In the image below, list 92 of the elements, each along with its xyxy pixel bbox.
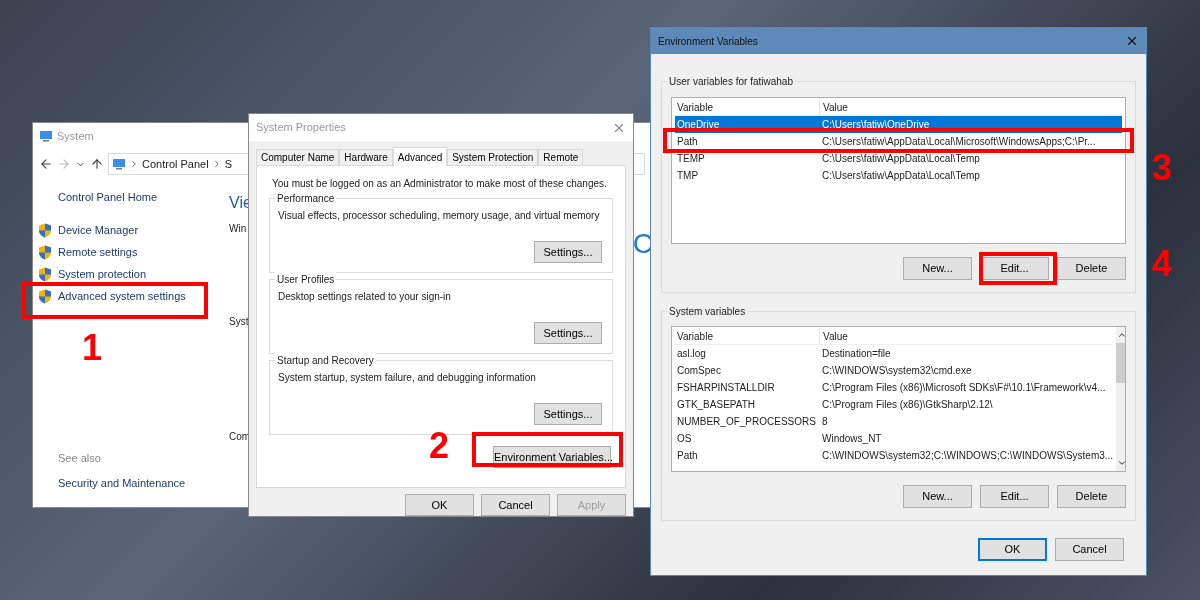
variable-row[interactable]: FSHARPINSTALLDIR C:\Program Files (x86)\Microsoft SDKs\F#\10.1\Framework\v4... xyxy=(675,379,1114,396)
sidebar-link[interactable]: Remote settings xyxy=(58,244,138,261)
variable-name: Path xyxy=(676,449,699,463)
variable-value: C:\Users\fatiw\AppData\Local\Temp xyxy=(821,152,981,166)
group-title: System variables xyxy=(667,304,748,319)
variable-row[interactable]: TEMP C:\Users\fatiw\AppData\Local\Temp xyxy=(675,150,1122,167)
scrollbar-thumb[interactable] xyxy=(1116,343,1125,383)
variable-name: TEMP xyxy=(676,152,706,166)
section-heading: Win xyxy=(229,222,248,236)
group-title: Startup and Recovery xyxy=(275,353,376,369)
variable-value: 8 xyxy=(821,415,829,429)
sidebar-link[interactable]: System protection xyxy=(58,266,147,283)
scrollbar[interactable] xyxy=(1116,327,1125,471)
scroll-down-icon[interactable] xyxy=(1117,458,1125,468)
variable-value: C:\Program Files (x86)\Microsoft SDKs\F#\10.1\Framework\v4... xyxy=(821,381,1107,395)
variable-name: OS xyxy=(676,432,693,446)
column-header[interactable]: Variable xyxy=(675,328,819,344)
variable-value: C:\Users\fatiw\OneDrive xyxy=(821,118,931,132)
dialog-button[interactable]: OK xyxy=(405,494,474,516)
column-header[interactable]: Value xyxy=(819,328,1114,344)
variable-row[interactable]: Path C:\WINDOWS\system32;C:\WINDOWS;C:\WINDOWS\System3... xyxy=(675,447,1114,464)
group-description: Visual effects, processor scheduling, memory usage, and virtual memory xyxy=(278,209,601,224)
variable-value: C:\Users\fatiw\AppData\Local\Temp xyxy=(821,169,981,183)
close-icon[interactable] xyxy=(1125,34,1139,48)
variable-row[interactable]: Path C:\Users\fatiw\AppData\Local\Microsoft\WindowsApps;C:\Pr... xyxy=(675,133,1122,150)
sidebar-link[interactable]: Device Manager xyxy=(58,222,139,239)
step-number: 1 xyxy=(82,330,103,366)
settings-button[interactable]: Settings... xyxy=(534,322,602,345)
variable-name: NUMBER_OF_PROCESSORS xyxy=(676,415,817,429)
column-header[interactable]: Variable xyxy=(675,99,819,115)
shield-icon xyxy=(38,289,52,304)
variable-value: Windows_NT xyxy=(821,432,883,446)
variable-name: Path xyxy=(676,135,699,149)
scroll-up-icon[interactable] xyxy=(1117,330,1125,340)
chevron-right-icon xyxy=(129,159,139,169)
list-button[interactable]: Delete xyxy=(1057,485,1126,508)
variable-name: FSHARPINSTALLDIR xyxy=(676,381,776,395)
dialog-title: Environment Variables xyxy=(658,34,758,49)
list-button[interactable]: New... xyxy=(903,485,972,508)
tab[interactable]: Remote xyxy=(538,149,584,166)
up-arrow-icon[interactable] xyxy=(90,157,104,171)
step-number: 4 xyxy=(1152,246,1173,282)
variable-value: C:\WINDOWS\system32;C:\WINDOWS;C:\WINDOWS\System3... xyxy=(821,449,1114,463)
list-button[interactable]: Delete xyxy=(1057,257,1126,280)
variable-row[interactable]: asl.log Destination=file xyxy=(675,345,1114,362)
notice-text: You must be logged on as an Administrator to make most of these changes. xyxy=(272,177,608,192)
group-description: Desktop settings related to your sign-in xyxy=(278,290,452,305)
sidebar-link[interactable]: Security and Maintenance xyxy=(58,474,229,491)
list-button[interactable]: New... xyxy=(903,257,972,280)
dialog-title: System Properties xyxy=(256,120,346,136)
step-number: 3 xyxy=(1152,150,1173,186)
settings-button[interactable]: Settings... xyxy=(534,403,602,426)
section-heading: Syst xyxy=(229,315,250,329)
variable-name: GTK_BASEPATH xyxy=(676,398,756,412)
breadcrumb-item[interactable]: Control Panel xyxy=(142,155,209,173)
section-heading: Com xyxy=(229,430,252,444)
variable-name: asl.log xyxy=(676,347,707,361)
dialog-button[interactable]: Cancel xyxy=(1055,538,1124,561)
variable-name: OneDrive xyxy=(676,118,721,132)
tab[interactable]: System Protection xyxy=(447,149,539,166)
sidebar-link[interactable]: Advanced system settings xyxy=(58,288,186,305)
shield-icon xyxy=(38,223,52,238)
group-description: System startup, system failure, and debugging information xyxy=(278,371,537,386)
variable-value: C:\Program Files (x86)\GtkSharp\2.12\ xyxy=(821,398,994,412)
shield-icon xyxy=(38,267,52,282)
step-number: 2 xyxy=(429,428,450,464)
settings-button[interactable]: Settings... xyxy=(534,241,602,264)
variable-name: TMP xyxy=(676,169,700,183)
variable-row[interactable]: NUMBER_OF_PROCESSORS 8 xyxy=(675,413,1114,430)
computer-icon xyxy=(39,130,53,142)
variable-row[interactable]: ComSpec C:\WINDOWS\system32\cmd.exe xyxy=(675,362,1114,379)
section-label: See also xyxy=(58,451,102,466)
window-title: System xyxy=(57,128,94,144)
variable-name: ComSpec xyxy=(676,364,722,378)
variable-row[interactable]: OS Windows_NT xyxy=(675,430,1114,447)
tab[interactable]: Computer Name xyxy=(256,149,340,166)
sidebar-link[interactable]: Control Panel Home xyxy=(58,189,229,206)
tab[interactable]: Hardware xyxy=(339,149,393,166)
tab[interactable]: Advanced xyxy=(392,147,448,167)
variable-row[interactable]: TMP C:\Users\fatiw\AppData\Local\Temp xyxy=(675,167,1122,184)
variable-value: C:\Users\fatiw\AppData\Local\Microsoft\WindowsApps;C:\Pr... xyxy=(821,135,1097,149)
breadcrumb-item[interactable]: S xyxy=(224,155,232,173)
dialog-button[interactable]: Cancel xyxy=(481,494,550,516)
variable-value: C:\WINDOWS\system32\cmd.exe xyxy=(821,364,973,378)
column-header[interactable]: Value xyxy=(819,99,1122,115)
computer-icon xyxy=(112,158,126,170)
shield-icon xyxy=(38,245,52,260)
list-button[interactable]: Edit... xyxy=(980,485,1049,508)
variable-row[interactable]: GTK_BASEPATH C:\Program Files (x86)\GtkSharp\2.12\ xyxy=(675,396,1114,413)
list-button[interactable]: Edit... xyxy=(980,257,1049,280)
variable-value: Destination=file xyxy=(821,347,892,361)
dialog-button[interactable]: OK xyxy=(978,538,1047,561)
